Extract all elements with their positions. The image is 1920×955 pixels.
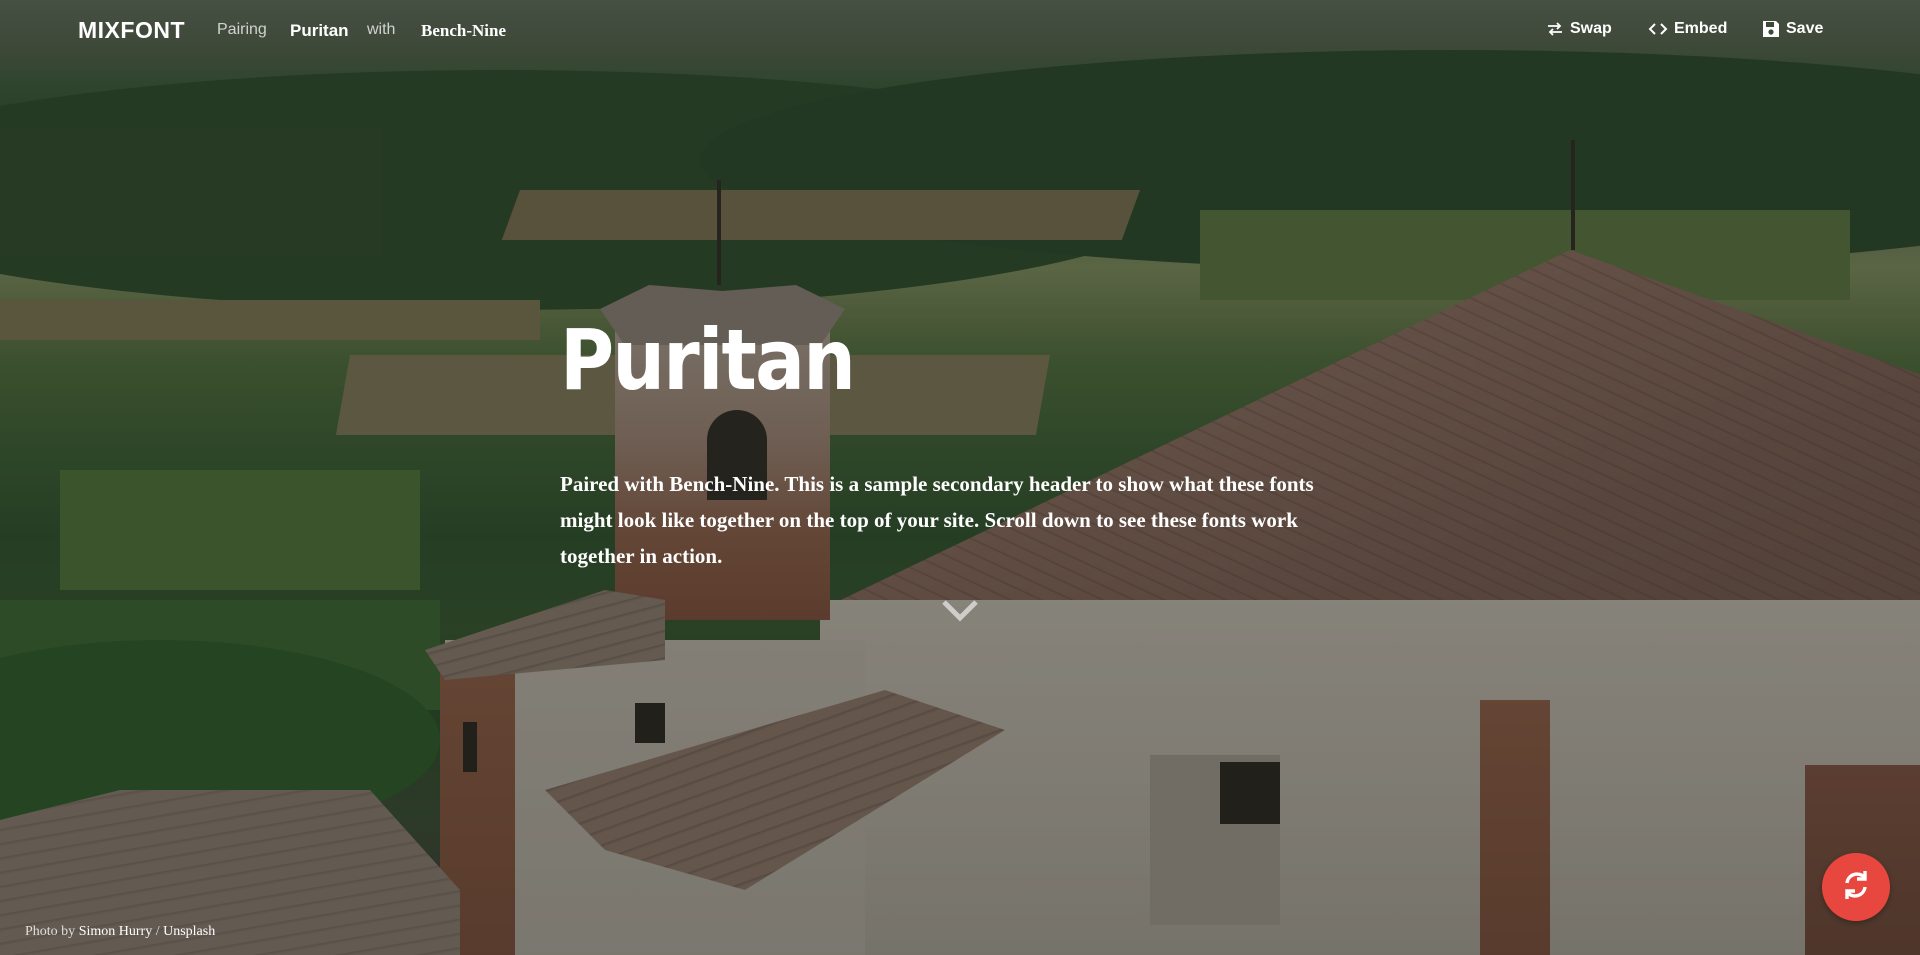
hero-section: MIXFONT Pairing Puritan with Bench-Nine …	[0, 0, 1920, 955]
credit-prefix: Photo by	[25, 924, 76, 939]
swap-arrows-icon	[1546, 22, 1564, 36]
secondary-font-link[interactable]: Bench-Nine	[421, 21, 506, 41]
with-label: with	[367, 21, 396, 38]
mixfont-logo[interactable]: MIXFONT	[78, 17, 185, 44]
credit-author-link[interactable]: Simon Hurry	[79, 924, 153, 939]
embed-label: Embed	[1674, 20, 1728, 37]
pairing-label: Pairing	[217, 21, 267, 38]
chevron-down-icon[interactable]	[940, 596, 980, 624]
primary-font-link[interactable]: Puritan	[290, 21, 349, 41]
save-button[interactable]: Save	[1762, 20, 1823, 38]
embed-button[interactable]: Embed	[1648, 20, 1727, 38]
swap-button[interactable]: Swap	[1546, 20, 1612, 38]
floppy-disk-icon	[1762, 20, 1780, 38]
top-navbar: MIXFONT Pairing Puritan with Bench-Nine …	[0, 0, 1920, 62]
hero-subtitle: Paired with Bench-Nine. This is a sample…	[560, 472, 1314, 568]
photo-credit: Photo by Simon Hurry / Unsplash	[25, 924, 215, 940]
hero-title: Puritan	[560, 311, 856, 409]
save-label: Save	[1786, 20, 1824, 37]
credit-separator: /	[155, 924, 160, 939]
swap-label: Swap	[1570, 20, 1612, 37]
refresh-icon	[1838, 867, 1874, 908]
credit-source-link[interactable]: Unsplash	[163, 924, 215, 939]
code-brackets-icon	[1648, 22, 1668, 36]
refresh-button[interactable]	[1822, 853, 1890, 921]
